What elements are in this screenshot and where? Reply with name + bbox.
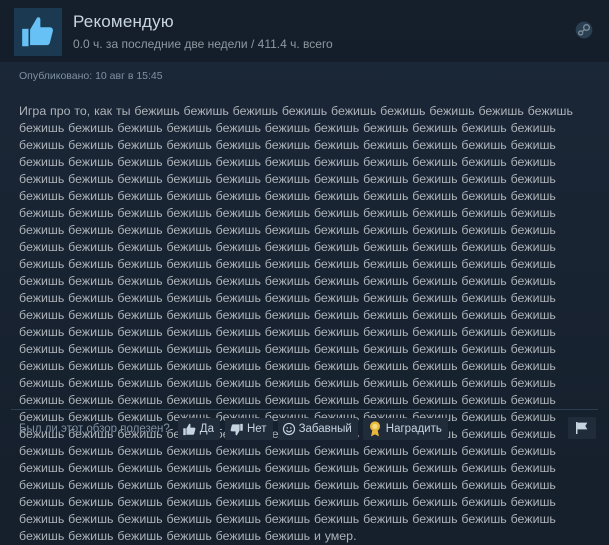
review-verdict[interactable]: Рекомендую	[73, 12, 174, 32]
flag-icon	[576, 422, 588, 434]
playtime-hours: 0.0 ч. за последние две недели / 411.4 ч…	[73, 37, 333, 51]
vote-yes-label: Да	[199, 423, 214, 435]
thumbs-down-icon	[230, 423, 243, 435]
award-icon	[369, 421, 380, 437]
vote-funny-label: Забавный	[298, 423, 352, 435]
recommended-thumb-box	[14, 8, 62, 56]
report-flag-button[interactable]	[568, 417, 596, 439]
award-button[interactable]: Наградить	[362, 418, 448, 440]
vote-no-button[interactable]: Нет	[224, 418, 273, 440]
posted-date: Опубликовано: 10 авг в 15:45	[19, 70, 163, 82]
review-footer: Был ли этот обзор полезен? Да Нет Забавн…	[19, 417, 453, 441]
thumbs-up-icon	[183, 423, 196, 435]
smiley-icon	[282, 422, 295, 436]
review-body: Игра про то, как ты бежишь бежишь бежишь…	[19, 104, 573, 543]
award-label: Наградить	[385, 423, 442, 435]
review-card: Рекомендую 0.0 ч. за последние две недел…	[0, 0, 609, 543]
vote-funny-button[interactable]: Забавный	[277, 418, 358, 440]
review-header: Рекомендую 0.0 ч. за последние две недел…	[0, 0, 609, 62]
helpful-question: Был ли этот обзор полезен?	[19, 423, 170, 435]
thumbs-up-icon	[22, 17, 53, 47]
steam-icon	[575, 21, 593, 39]
vote-no-label: Нет	[246, 423, 267, 435]
vote-yes-button[interactable]: Да	[177, 418, 220, 440]
divider	[11, 409, 598, 410]
